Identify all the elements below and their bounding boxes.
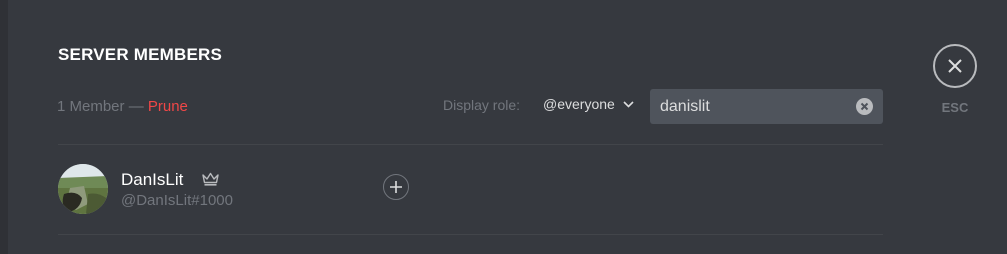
esc-label: ESC	[941, 100, 969, 115]
page-title: SERVER MEMBERS	[58, 45, 223, 64]
summary-separator: —	[124, 98, 148, 115]
crown-icon	[202, 172, 219, 186]
display-role-label: Display role:	[443, 97, 521, 113]
sidebar-edge	[0, 0, 8, 254]
close-icon	[948, 59, 962, 73]
member-summary: 1 Member — Prune	[57, 98, 188, 115]
add-role-button[interactable]	[383, 174, 409, 200]
divider	[58, 234, 883, 235]
role-select[interactable]: @everyone	[543, 96, 634, 112]
member-tag: @DanIsLit#1000	[121, 192, 233, 209]
chevron-down-icon	[623, 100, 634, 108]
plus-icon	[390, 181, 402, 193]
divider	[58, 144, 883, 145]
avatar[interactable]	[58, 164, 108, 214]
close-button[interactable]	[933, 44, 977, 88]
member-count: 1 Member	[57, 98, 125, 115]
member-name: DanIsLit	[121, 170, 184, 189]
member-search	[650, 89, 883, 124]
search-input[interactable]	[660, 89, 850, 124]
prune-link[interactable]: Prune	[148, 98, 188, 115]
role-select-value: @everyone	[543, 96, 615, 112]
clear-search-icon[interactable]	[856, 98, 873, 115]
